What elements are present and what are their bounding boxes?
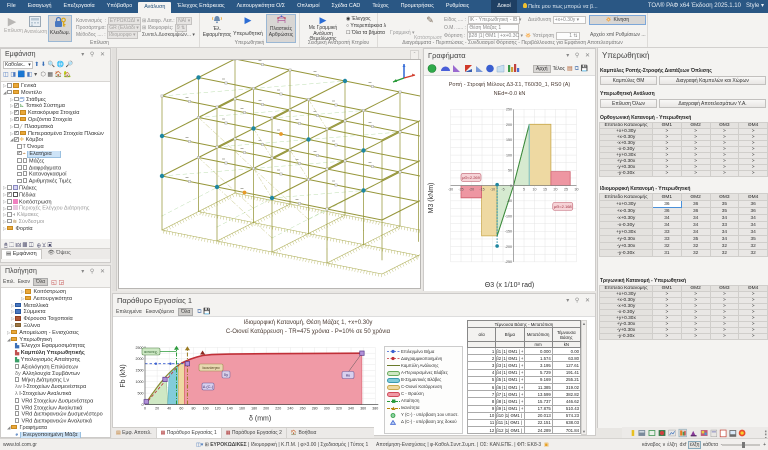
svg-text:100: 100 — [506, 153, 512, 157]
svg-text:M3 (kNm): M3 (kNm) — [428, 183, 435, 214]
svg-text:200: 200 — [506, 123, 512, 127]
svg-text:280: 280 — [312, 407, 318, 411]
svg-text:0: 0 — [142, 403, 144, 407]
svg-text:60: 60 — [179, 407, 183, 411]
svg-text:Fb (kN): Fb (kN) — [120, 364, 127, 387]
svg-text:150: 150 — [506, 138, 512, 142]
svg-text:40: 40 — [167, 407, 171, 411]
svg-text:μΘ=2.269: μΘ=2.269 — [462, 175, 481, 180]
svg-text:-30: -30 — [448, 188, 453, 192]
svg-text:0: 0 — [144, 407, 146, 411]
svg-text:-150: -150 — [505, 230, 512, 234]
svg-text:160: 160 — [239, 407, 245, 411]
svg-text:380: 380 — [372, 407, 378, 411]
svg-text:360: 360 — [360, 407, 366, 411]
svg-text:80: 80 — [192, 407, 196, 411]
svg-text:120: 120 — [215, 407, 221, 411]
svg-text:2000: 2000 — [136, 357, 144, 361]
svg-text:240: 240 — [287, 407, 293, 411]
svg-text:0: 0 — [510, 184, 512, 188]
svg-text:20: 20 — [155, 407, 159, 411]
svg-text:Ικανότητα: Ικανότητα — [202, 365, 220, 370]
svg-text:δ (mm): δ (mm) — [249, 416, 271, 423]
svg-text:500: 500 — [138, 391, 144, 395]
svg-text:15: 15 — [543, 188, 547, 192]
svg-text:5: 5 — [523, 188, 525, 192]
svg-text:-25: -25 — [458, 188, 463, 192]
svg-text:20: 20 — [554, 188, 558, 192]
svg-text:220: 220 — [275, 407, 281, 411]
svg-text:Δ (C-): Δ (C-) — [203, 384, 214, 389]
svg-text:ασυνεχ.: ασυνεχ. — [144, 349, 158, 354]
svg-text:1500: 1500 — [136, 369, 144, 373]
svg-text:320: 320 — [336, 407, 342, 411]
svg-text:260: 260 — [300, 407, 306, 411]
svg-text:180: 180 — [251, 407, 257, 411]
svg-text:300: 300 — [324, 407, 330, 411]
svg-text:25: 25 — [564, 188, 568, 192]
svg-text:-50: -50 — [507, 199, 512, 203]
svg-text:-250: -250 — [505, 260, 512, 264]
svg-text:1000: 1000 — [136, 380, 144, 384]
svg-text:-200: -200 — [505, 245, 512, 249]
svg-text:340: 340 — [348, 407, 354, 411]
svg-text:-10: -10 — [490, 188, 495, 192]
svg-text:30: 30 — [575, 188, 579, 192]
svg-text:-100: -100 — [505, 214, 512, 218]
svg-text:-5: -5 — [501, 188, 504, 192]
svg-text:θu: θu — [346, 372, 350, 377]
svg-text:10: 10 — [533, 188, 537, 192]
svg-text:200: 200 — [263, 407, 269, 411]
svg-text:μΘ=2.168: μΘ=2.168 — [554, 204, 573, 209]
svg-text:δy: δy — [224, 372, 228, 377]
svg-text:-15: -15 — [479, 188, 484, 192]
svg-text:-20: -20 — [469, 188, 474, 192]
svg-text:140: 140 — [227, 407, 233, 411]
svg-text:50: 50 — [508, 169, 512, 173]
svg-text:100: 100 — [203, 407, 209, 411]
svg-text:250: 250 — [506, 108, 512, 112]
